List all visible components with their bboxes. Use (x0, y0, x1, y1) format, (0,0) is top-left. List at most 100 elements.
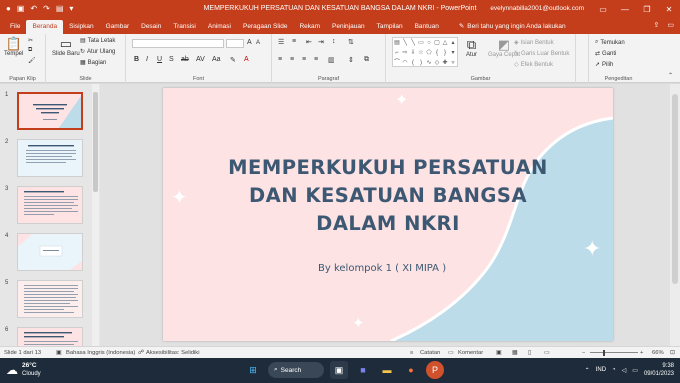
wifi-icon[interactable]: ◔ (612, 367, 616, 373)
shrink-font-icon[interactable]: A (256, 40, 260, 46)
redo-icon[interactable]: ↷ (43, 5, 50, 13)
scroll-shapes-icon[interactable]: ▾ (449, 48, 457, 58)
file-explorer-icon[interactable]: ▬ (378, 361, 396, 379)
slide-canvas[interactable]: ✦ ✦ ✦ ✦ MEMPERKUKUH PERSATUAN DAN KESATU… (163, 88, 613, 341)
callout-shape-icon[interactable]: ◇ (433, 58, 441, 68)
slide-thumbnail-2[interactable] (17, 139, 83, 177)
undo-icon[interactable]: ↶ (30, 5, 37, 13)
taskbar-search[interactable]: ⌕ Search (268, 362, 324, 378)
thumbnail-scrollbar[interactable] (92, 84, 99, 346)
shapes-gallery[interactable]: ▤ ╲ ╲ ▭ ○ ▢ △ ▴ ⌐ ⇨ ⇩ ☆ ⬠{} ▾ ⌒ ◠() ∿ ◇ ✚ ▿ (392, 37, 458, 67)
char-spacing-icon[interactable]: AV (196, 56, 205, 63)
tell-me-search[interactable]: ✎ Beri tahu yang ingin Anda lakukan (453, 19, 572, 34)
language-status[interactable]: Bahasa Inggris (Indonesia) (66, 350, 135, 356)
account-email[interactable]: evelynnabilla2001@outlook.com (490, 5, 584, 12)
powerpoint-icon[interactable]: P (426, 361, 444, 379)
line-spacing-icon[interactable]: ↕ (332, 38, 336, 45)
reset-button[interactable]: ↻ Atur Ulang (80, 48, 115, 56)
increase-indent-icon[interactable]: ⇥ (318, 38, 324, 46)
highlight-icon[interactable]: ✎ (230, 56, 236, 64)
format-painter-icon[interactable]: 🖌 (28, 57, 36, 64)
curve-shape-icon[interactable]: ⌒ (393, 58, 401, 68)
section-button[interactable]: ▦ Bagian (80, 59, 106, 67)
tab-home[interactable]: Beranda (26, 20, 64, 34)
tab-animations[interactable]: Animasi (202, 20, 237, 34)
strikethrough-icon[interactable]: ab (181, 56, 189, 63)
change-case-icon[interactable]: Aa (212, 56, 221, 63)
task-view-icon[interactable]: ▣ (330, 361, 348, 379)
font-color-icon[interactable]: A (244, 56, 249, 63)
bullets-icon[interactable]: ☰ (278, 38, 284, 46)
meet-icon[interactable]: ■ (354, 361, 372, 379)
present-icon[interactable]: ▤ (56, 5, 64, 13)
more-shapes-icon[interactable]: ▴ (449, 38, 457, 48)
arrange-button[interactable]: ⧉ Atur (466, 38, 477, 59)
shadow-icon[interactable]: S (169, 56, 174, 63)
slide-thumbnail-6[interactable] (17, 327, 83, 346)
tab-draw[interactable]: Gambar (100, 20, 135, 34)
tab-record[interactable]: Rekam (293, 20, 326, 34)
arc-shape-icon[interactable]: ◠ (401, 58, 409, 68)
accessibility-status[interactable]: Aksesibilitas: Selidiki (146, 350, 199, 356)
share-icon[interactable]: ⇪ (654, 21, 660, 29)
numbering-icon[interactable]: ≡ (292, 38, 296, 45)
slide-thumbnail-1[interactable] (17, 92, 83, 130)
zoom-slider-thumb[interactable] (603, 350, 605, 356)
underline-icon[interactable]: U (157, 56, 162, 63)
arrow-down-shape-icon[interactable]: ⇩ (409, 48, 417, 58)
grow-font-icon[interactable]: A (247, 39, 252, 46)
triangle-shape-icon[interactable]: △ (441, 38, 449, 48)
tab-slideshow[interactable]: Peragaan Slide (237, 20, 293, 34)
align-text-icon[interactable]: ⇕ (348, 56, 354, 64)
columns-icon[interactable]: ▥ (328, 56, 335, 64)
battery-icon[interactable]: ▭ (632, 367, 638, 374)
customize-qat-icon[interactable]: ▾ (69, 5, 73, 13)
shape-fill-button[interactable]: ◈ Isian Bentuk (514, 39, 554, 47)
layout-button[interactable]: ▤ Tata Letak (80, 37, 115, 45)
tab-help[interactable]: Bantuan (409, 20, 445, 34)
align-right-icon[interactable]: ≡ (302, 56, 306, 63)
shape-effects-button[interactable]: ◇ Efek Bentuk (514, 61, 553, 69)
zoom-level[interactable]: 66% (652, 350, 664, 356)
slide-thumbnail-3[interactable] (17, 186, 83, 224)
slide-scroll-thumb[interactable] (672, 94, 678, 284)
copy-icon[interactable]: ⧉ (28, 47, 32, 54)
slide-title[interactable]: MEMPERKUKUH PERSATUAN DAN KESATUAN BANGS… (208, 154, 568, 238)
tab-review[interactable]: Peninjauan (326, 20, 371, 34)
save-icon[interactable]: ▣ (17, 5, 25, 13)
weather-widget[interactable]: ☁ 26°C Cloudy (6, 362, 41, 378)
cut-icon[interactable]: ✂ (28, 37, 33, 44)
tab-file[interactable]: File (4, 20, 26, 34)
tab-transitions[interactable]: Transisi (167, 20, 202, 34)
slide-thumbnail-4[interactable] (17, 233, 83, 271)
corner-shape-icon[interactable]: ⌐ (393, 48, 401, 58)
bracket2-shape-icon[interactable]: ) (417, 58, 425, 68)
font-size-field[interactable] (226, 39, 244, 48)
justify-icon[interactable]: ≡ (314, 56, 318, 63)
expand-shapes-icon[interactable]: ▿ (449, 58, 457, 68)
text-direction-icon[interactable]: ⇅ (348, 38, 354, 46)
arrow-right-shape-icon[interactable]: ⇨ (401, 48, 409, 58)
collapse-ribbon-icon[interactable]: ⌃ (668, 72, 673, 79)
select-button[interactable]: ➚ Pilih (595, 61, 613, 69)
rect-shape-icon[interactable]: ▭ (417, 38, 425, 48)
autosave-icon[interactable]: ● (6, 5, 11, 13)
star-shape-icon[interactable]: ☆ (417, 48, 425, 58)
align-center-icon[interactable]: ≡ (290, 56, 294, 63)
tab-view[interactable]: Tampilan (371, 20, 409, 34)
brace-left-shape-icon[interactable]: { (433, 48, 441, 58)
slide-subtitle[interactable]: By kelompok 1 ( XI MIPA ) (318, 263, 446, 274)
comment-icon[interactable]: ▭ (667, 21, 674, 29)
volume-icon[interactable]: ◁ (622, 367, 627, 374)
rounded-rect-shape-icon[interactable]: ▢ (433, 38, 441, 48)
thumbnail-scroll-thumb[interactable] (93, 92, 98, 192)
smartart-icon[interactable]: ⧉ (364, 56, 369, 64)
firefox-icon[interactable]: ● (402, 361, 420, 379)
minimize-icon[interactable]: — (614, 0, 636, 18)
oval-shape-icon[interactable]: ○ (425, 38, 433, 48)
tab-design[interactable]: Desain (135, 20, 167, 34)
start-icon[interactable]: ⊞ (244, 361, 262, 379)
brace-right-shape-icon[interactable]: } (441, 48, 449, 58)
close-icon[interactable]: ✕ (658, 0, 680, 18)
font-name-field[interactable] (132, 39, 224, 48)
